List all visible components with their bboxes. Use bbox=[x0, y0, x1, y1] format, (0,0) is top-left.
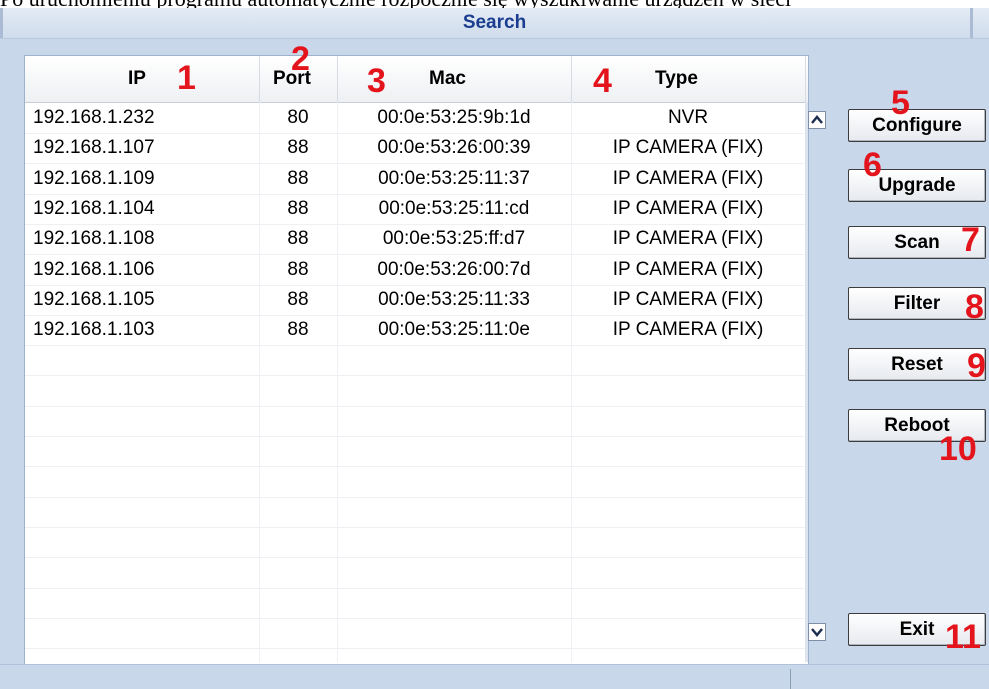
scan-button[interactable]: Scan 7 bbox=[848, 221, 986, 259]
cell-mac: 00:0e:53:25:9b:1d bbox=[377, 107, 531, 128]
scroll-down-button[interactable] bbox=[808, 623, 826, 641]
empty-row bbox=[25, 558, 808, 589]
marker-7: 7 bbox=[961, 221, 980, 259]
reset-button[interactable]: Reset 9 bbox=[848, 347, 986, 385]
table-row[interactable]: 192.168.1.232 80 00:0e:53:25:9b:1d NVR bbox=[25, 103, 808, 134]
reboot-button[interactable]: Reboot 10 bbox=[848, 409, 986, 466]
cell-type: IP CAMERA (FIX) bbox=[612, 197, 764, 219]
table-row[interactable]: 192.168.1.108 88 00:0e:53:25:ff:d7 IP CAMER… bbox=[25, 224, 808, 256]
device-list[interactable]: IP 1 Port 2 Mac 3 Type 4 192.168.1.232 80… bbox=[24, 42, 809, 665]
marker-10: 10 bbox=[939, 430, 977, 468]
marker-2: 2 bbox=[291, 40, 310, 78]
table-row[interactable]: 192.168.1.104 88 00:0e:53:25:11:cd IP CAMER… bbox=[25, 194, 808, 225]
cell-mac: 00:0e:53:25:11:0e bbox=[378, 319, 530, 341]
cell-port: 88 bbox=[287, 288, 309, 310]
instruction-text: Po uruchomieniu programu automatycznie r… bbox=[0, 0, 989, 8]
cell-type: IP CAMERA (FIX) bbox=[612, 228, 764, 250]
cell-port: 88 bbox=[287, 197, 309, 219]
empty-row bbox=[25, 436, 808, 468]
marker-5: 5 bbox=[891, 84, 910, 122]
marker-8: 8 bbox=[965, 288, 984, 326]
cell-ip: 192.168.1.232 bbox=[33, 107, 155, 128]
cell-ip: 192.168.1.109 bbox=[33, 167, 155, 189]
marker-9: 9 bbox=[967, 347, 986, 385]
cell-type: NVR bbox=[667, 107, 709, 128]
configure-button-label: Configure bbox=[872, 115, 962, 136]
cell-ip: 192.168.1.103 bbox=[33, 319, 155, 341]
filter-button[interactable]: Filter 8 bbox=[848, 287, 986, 324]
column-label-ip: IP bbox=[128, 68, 146, 89]
column-header-port[interactable]: Port 2 bbox=[259, 42, 338, 102]
cell-type: IP CAMERA (FIX) bbox=[612, 167, 764, 189]
empty-row bbox=[25, 527, 808, 559]
marker-11: 11 bbox=[945, 618, 981, 656]
empty-row bbox=[25, 406, 808, 437]
cell-ip: 192.168.1.104 bbox=[33, 197, 155, 219]
marker-3: 3 bbox=[367, 62, 386, 100]
title-bar-right-edge bbox=[970, 8, 973, 38]
reset-button-label: Reset bbox=[891, 354, 943, 375]
table-row[interactable]: 192.168.1.105 88 00:0e:53:25:11:33 IP CAMER… bbox=[25, 285, 808, 316]
cell-port: 88 bbox=[287, 228, 309, 250]
table-row[interactable]: 192.168.1.103 88 00:0e:53:25:11:0e IP CAMER… bbox=[25, 315, 808, 347]
cell-ip: 192.168.1.106 bbox=[33, 258, 155, 280]
marker-4: 4 bbox=[593, 62, 612, 100]
cell-port: 88 bbox=[287, 137, 309, 159]
chevron-up-icon bbox=[811, 115, 823, 124]
cell-ip: 192.168.1.108 bbox=[33, 228, 155, 250]
column-header-mac[interactable]: Mac 3 bbox=[337, 56, 572, 102]
status-bar-divider bbox=[790, 669, 791, 689]
scroll-up-button[interactable] bbox=[808, 111, 826, 129]
cell-mac: 00:0e:53:25:11:33 bbox=[378, 288, 530, 310]
chevron-down-icon bbox=[811, 628, 823, 637]
vertical-scrollbar[interactable] bbox=[805, 102, 808, 662]
cell-port: 88 bbox=[287, 167, 309, 189]
upgrade-button[interactable]: Upgrade 6 bbox=[848, 148, 986, 202]
marker-1: 1 bbox=[177, 59, 196, 97]
cell-type: IP CAMERA (FIX) bbox=[612, 288, 764, 310]
empty-row bbox=[25, 588, 808, 619]
column-label-type: Type bbox=[655, 68, 698, 89]
empty-row bbox=[25, 497, 808, 528]
table-row[interactable]: 192.168.1.107 88 00:0e:53:26:00:39 IP CAMER… bbox=[25, 133, 808, 165]
empty-row bbox=[25, 618, 808, 650]
cell-mac: 00:0e:53:25:11:cd bbox=[378, 197, 530, 219]
cell-mac: 00:0e:53:26:00:39 bbox=[377, 137, 531, 159]
table-row[interactable]: 192.168.1.106 88 00:0e:53:26:00:7d IP CAMER… bbox=[25, 255, 808, 286]
title-bar: Search bbox=[0, 8, 989, 39]
marker-6: 6 bbox=[863, 146, 882, 184]
column-header-ip[interactable]: IP 1 bbox=[25, 56, 260, 102]
cell-type: IP CAMERA (FIX) bbox=[612, 258, 764, 280]
table-row[interactable]: 192.168.1.109 88 00:0e:53:25:11:37 IP CAMER… bbox=[25, 164, 808, 195]
configure-button[interactable]: Configure 5 bbox=[848, 86, 986, 142]
search-window: Search IP 1 Port 2 Mac 3 Type 4 192.168.… bbox=[0, 8, 989, 689]
column-label-mac: Mac bbox=[429, 68, 466, 89]
cell-type: IP CAMERA (FIX) bbox=[612, 137, 764, 159]
cell-mac: 00:0e:53:25:ff:d7 bbox=[382, 228, 526, 250]
cell-type: IP CAMERA (FIX) bbox=[612, 319, 764, 341]
empty-row bbox=[25, 345, 808, 377]
status-bar bbox=[0, 664, 989, 689]
cell-ip: 192.168.1.105 bbox=[33, 288, 155, 310]
window-title: Search bbox=[462, 12, 527, 33]
column-header-type[interactable]: Type 4 bbox=[571, 56, 806, 102]
exit-button[interactable]: Exit 11 bbox=[848, 613, 986, 654]
list-header: IP 1 Port 2 Mac 3 Type 4 bbox=[25, 42, 808, 103]
cell-port: 88 bbox=[287, 319, 309, 341]
cell-ip: 192.168.1.107 bbox=[33, 137, 155, 159]
empty-row bbox=[25, 467, 808, 498]
empty-row bbox=[25, 376, 808, 407]
cell-port: 80 bbox=[287, 107, 309, 128]
cell-mac: 00:0e:53:26:00:7d bbox=[377, 258, 531, 280]
cell-port: 88 bbox=[287, 258, 309, 280]
cell-mac: 00:0e:53:25:11:37 bbox=[378, 167, 530, 189]
